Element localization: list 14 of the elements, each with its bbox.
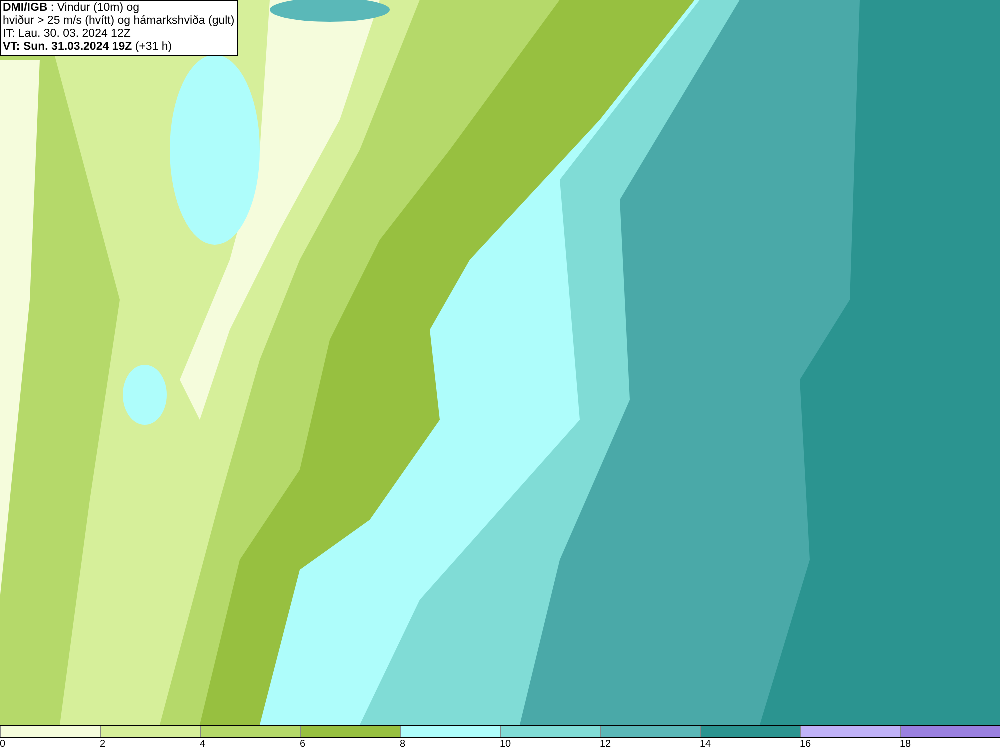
legend-tick-label: 8 — [400, 738, 406, 752]
title-line: DMI/IGB : Vindur (10m) og — [3, 2, 141, 15]
legend-tick-label: 14 — [700, 738, 712, 752]
legend-tick-label: 12 — [600, 738, 612, 752]
legend-tick-label: 6 — [300, 738, 306, 752]
title-line: IT: Lau. 30. 03. 2024 12Z — [3, 28, 132, 41]
legend-tick-label: 2 — [100, 738, 106, 752]
title-line: hviður > 25 m/s (hvítt) og hámarkshviða (gult) — [3, 15, 235, 28]
legend-tick-label: 4 — [200, 738, 206, 752]
legend-tick-label: 10 — [500, 738, 512, 752]
title-line: VT: Sun. 31.03.2024 19Z (+31 h) — [3, 41, 174, 54]
legend-tick-label: 18 — [900, 738, 912, 752]
legend-tick-label: 0 — [0, 738, 6, 752]
legend-tick-label: 16 — [800, 738, 812, 752]
